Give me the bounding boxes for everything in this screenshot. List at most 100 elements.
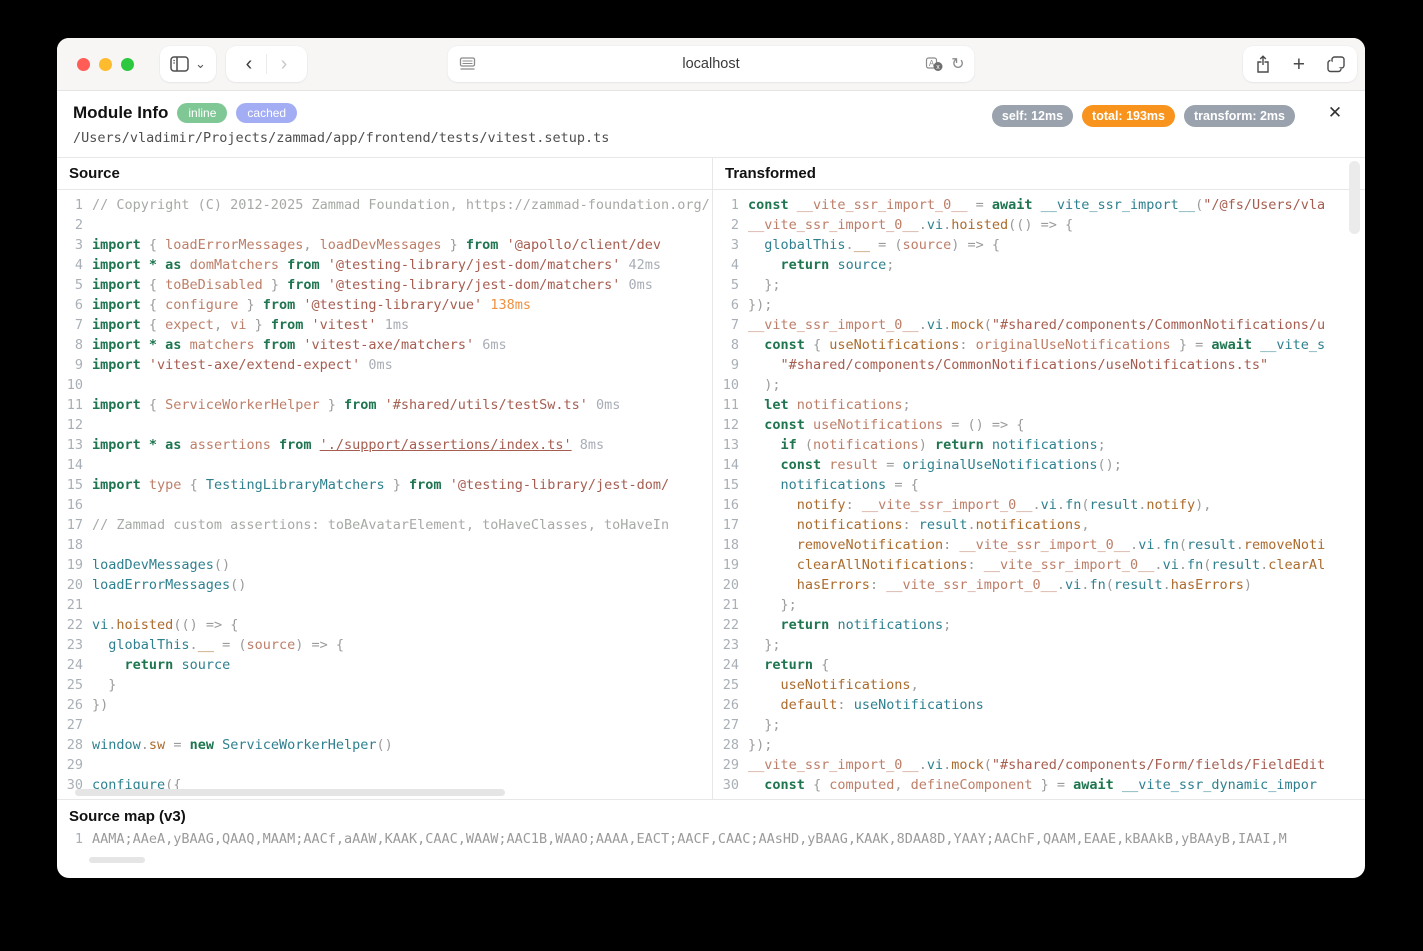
line-number: 10: [57, 375, 83, 395]
self-time-badge: self: 12ms: [992, 105, 1073, 127]
line-number: 11: [57, 395, 83, 415]
line-number: 5: [713, 275, 739, 295]
close-icon: ✕: [1328, 103, 1342, 123]
url-text: localhost: [682, 56, 739, 72]
code-line: 14: [57, 455, 712, 475]
module-info-header: Module Info inline cached self: 12ms tot…: [57, 91, 1365, 157]
code-line: 20 hasErrors: __vite_ssr_import_0__.vi.f…: [713, 575, 1365, 595]
zoom-window-button[interactable]: [121, 58, 134, 71]
plus-icon: +: [1293, 54, 1305, 75]
transformed-panel: Transformed 1const __vite_ssr_import_0__…: [712, 158, 1365, 799]
line-number: 26: [713, 695, 739, 715]
sidebar-toggle-button[interactable]: [170, 46, 189, 82]
source-panel: Source 1// Copyright (C) 2012-2025 Zamma…: [57, 158, 712, 799]
nav-button-group: ‹ ›: [226, 46, 307, 82]
line-number: 8: [713, 335, 739, 355]
code-line: 12 const useNotifications = () => {: [713, 415, 1365, 435]
close-panel-button[interactable]: ✕: [1325, 103, 1345, 123]
sidebar-chevron-button[interactable]: ⌄: [195, 46, 206, 82]
line-number: 18: [713, 535, 739, 555]
code-line: 28window.sw = new ServiceWorkerHelper(): [57, 735, 712, 755]
timing-metrics: self: 12ms total: 193ms transform: 2ms: [992, 105, 1295, 127]
code-line: 30 const { computed, defineComponent } =…: [713, 775, 1365, 795]
line-number: 29: [57, 755, 83, 775]
line-number: 27: [713, 715, 739, 735]
close-window-button[interactable]: [77, 58, 90, 71]
page-title: Module Info: [73, 103, 168, 123]
code-line: 24 return {: [713, 655, 1365, 675]
address-bar-actions: Ax ↻: [925, 46, 964, 82]
sourcemap-line: 1AAMA;AAeA,yBAAG,QAAQ,MAAM;AACf,aAAW,KAA…: [57, 829, 1365, 849]
tab-overview-button[interactable]: [1327, 46, 1345, 82]
source-horizontal-scrollbar[interactable]: [75, 789, 505, 796]
code-line: 17 notifications: result.notifications,: [713, 515, 1365, 535]
sidebar-icon: [170, 56, 189, 72]
code-line: 16: [57, 495, 712, 515]
line-number: 11: [713, 395, 739, 415]
source-panel-title: Source: [57, 158, 712, 190]
code-line: 23 globalThis.__ = (source) => {: [57, 635, 712, 655]
code-line: 5import { toBeDisabled } from '@testing-…: [57, 275, 712, 295]
line-number: 23: [713, 635, 739, 655]
transformed-vertical-scrollbar[interactable]: [1349, 161, 1360, 234]
line-number: 18: [57, 535, 83, 555]
code-line: 25 useNotifications,: [713, 675, 1365, 695]
line-number: 28: [713, 735, 739, 755]
svg-text:x: x: [936, 64, 940, 71]
line-number: 13: [57, 435, 83, 455]
new-tab-button[interactable]: +: [1293, 46, 1305, 82]
line-number: 22: [57, 615, 83, 635]
line-number: 30: [713, 775, 739, 795]
line-number: 12: [713, 415, 739, 435]
line-number: 17: [57, 515, 83, 535]
code-line: 2: [57, 215, 712, 235]
line-number: 4: [57, 255, 83, 275]
reader-button[interactable]: [460, 46, 476, 82]
share-button[interactable]: [1255, 46, 1271, 82]
line-number: 27: [57, 715, 83, 735]
minimize-window-button[interactable]: [99, 58, 112, 71]
line-number: 22: [713, 615, 739, 635]
translate-icon[interactable]: Ax: [925, 57, 943, 72]
line-number: 2: [713, 215, 739, 235]
line-number: 10: [713, 375, 739, 395]
code-line: 8import * as matchers from 'vitest-axe/m…: [57, 335, 712, 355]
line-number: 14: [57, 455, 83, 475]
code-line: 12: [57, 415, 712, 435]
code-line: 27 };: [713, 715, 1365, 735]
cached-badge: cached: [236, 103, 297, 123]
code-line: 13 if (notifications) return notificatio…: [713, 435, 1365, 455]
code-line: 18: [57, 535, 712, 555]
line-number: 19: [713, 555, 739, 575]
code-line: 20loadErrorMessages(): [57, 575, 712, 595]
tabs-icon: [1327, 56, 1345, 73]
code-line: 6});: [713, 295, 1365, 315]
line-number: 12: [57, 415, 83, 435]
line-number: 24: [713, 655, 739, 675]
back-button[interactable]: ‹: [232, 46, 266, 82]
code-line: 21 };: [713, 595, 1365, 615]
code-line: 3 globalThis.__ = (source) => {: [713, 235, 1365, 255]
code-panels: Source 1// Copyright (C) 2012-2025 Zamma…: [57, 157, 1365, 799]
code-line: 9 "#shared/components/CommonNotification…: [713, 355, 1365, 375]
address-bar[interactable]: localhost Ax ↻: [448, 46, 975, 82]
share-icon: [1255, 55, 1271, 74]
line-number: 25: [57, 675, 83, 695]
sourcemap-content: AAMA;AAeA,yBAAG,QAAQ,MAAM;AACf,aAAW,KAAK…: [92, 831, 1287, 847]
reload-button[interactable]: ↻: [951, 54, 964, 74]
line-number: 7: [57, 315, 83, 335]
line-number: 2: [57, 215, 83, 235]
sourcemap-scrollbar[interactable]: [89, 857, 145, 863]
browser-toolbar: ⌄ ‹ › localhost Ax ↻: [57, 38, 1365, 91]
line-number: 3: [57, 235, 83, 255]
forward-button[interactable]: ›: [267, 46, 301, 82]
reload-icon: ↻: [951, 56, 964, 73]
inline-badge: inline: [177, 103, 227, 123]
line-number: 15: [57, 475, 83, 495]
line-number: 26: [57, 695, 83, 715]
code-line: 29: [57, 755, 712, 775]
code-line: 19 clearAllNotifications: __vite_ssr_imp…: [713, 555, 1365, 575]
code-line: 2__vite_ssr_import_0__.vi.hoisted(() => …: [713, 215, 1365, 235]
code-line: 11 let notifications;: [713, 395, 1365, 415]
code-line: 26}): [57, 695, 712, 715]
